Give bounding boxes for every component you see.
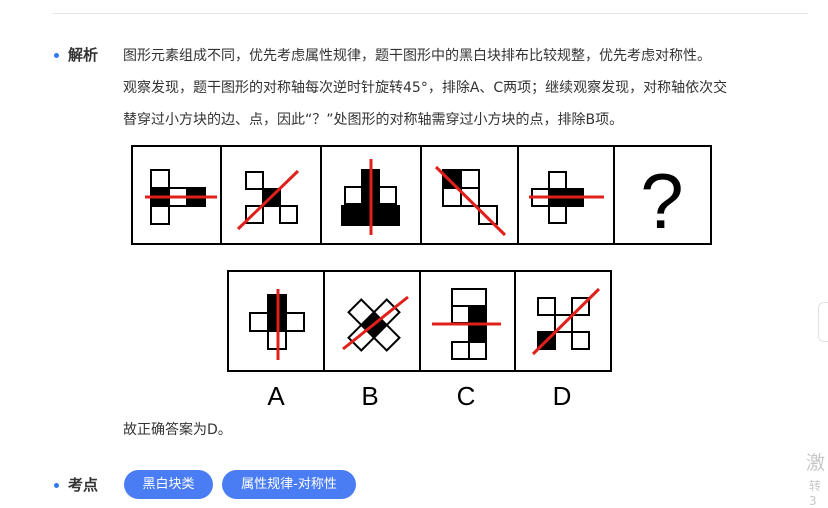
analysis-bullet — [54, 53, 59, 58]
edge-cut-text-bottom: 转3 — [809, 479, 822, 508]
edge-cut-text-top: 激 — [806, 452, 826, 474]
option-label-b: B — [361, 381, 379, 411]
keypoint-bullet — [54, 483, 59, 488]
top-divider — [52, 13, 808, 14]
tag-symmetry-rule[interactable]: 属性规律-对称性 — [222, 470, 356, 499]
options-figure-strip — [227, 270, 612, 372]
question-figure-strip: ? — [131, 145, 712, 245]
tag-black-white-blocks[interactable]: 黑白块类 — [124, 470, 213, 499]
answer-text: 故正确答案为D。 — [123, 422, 232, 438]
question-mark: ? — [640, 157, 683, 245]
option-label-a: A — [267, 381, 285, 411]
option-label-d: D — [552, 381, 572, 411]
analysis-line-1: 图形元素组成不同，优先考虑属性规律，题干图形中的黑白块排布比较规整，优先考虑对称… — [123, 48, 711, 64]
keypoint-section-label: 考点 — [68, 476, 99, 494]
analysis-text: 图形元素组成不同，优先考虑属性规律，题干图形中的黑白块排布比较规整，优先考虑对称… — [123, 40, 813, 136]
analysis-line-3: 替穿过小方块的边、点，因此“？”处图形的对称轴需穿过小方块的点，排除B项。 — [123, 112, 624, 128]
option-label-c: C — [456, 381, 476, 411]
analysis-section-label: 解析 — [68, 46, 99, 64]
side-panel-handle[interactable] — [818, 302, 828, 342]
analysis-line-2: 观察发现，题干图形的对称轴每次逆时针旋转45°，排除A、C两项；继续观察发现，对… — [123, 80, 728, 96]
